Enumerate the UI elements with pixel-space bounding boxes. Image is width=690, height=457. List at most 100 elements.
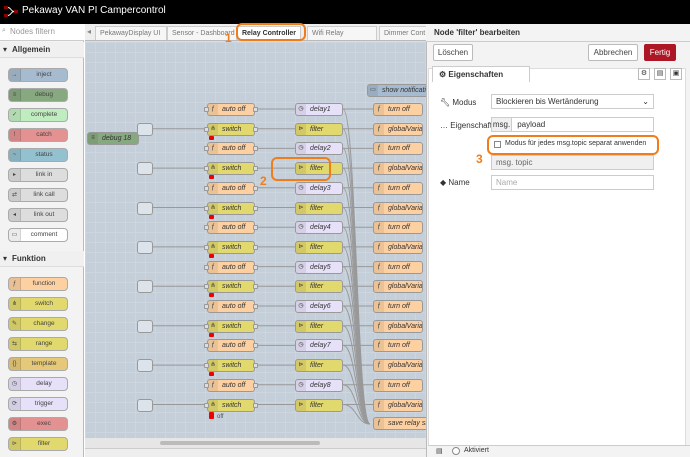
input-port[interactable] — [204, 225, 209, 231]
delay-node[interactable]: ◷ delay5 — [295, 260, 343, 274]
property-field[interactable]: msg. payload — [491, 117, 654, 132]
palette-node-function[interactable]: ƒ function — [8, 277, 68, 291]
delay-node[interactable]: ◷ delay4 — [295, 221, 343, 235]
palette-node-range[interactable]: ⇆ range — [8, 337, 68, 351]
global-variable-node[interactable]: ƒ globalVaria — [373, 162, 423, 176]
link-in-node[interactable] — [137, 398, 153, 412]
input-port[interactable] — [204, 244, 209, 250]
global-variable-node[interactable]: ƒ globalVaria — [373, 280, 423, 294]
auto-off-node[interactable]: ƒ auto off — [207, 300, 255, 313]
delay-node[interactable]: ◷ delay8 — [295, 378, 343, 392]
tab-properties[interactable]: ⚙ Eigenschaften — [432, 66, 530, 82]
input-port[interactable] — [204, 166, 209, 172]
canvas-scroll-thumb[interactable] — [160, 441, 320, 445]
input-port[interactable] — [204, 284, 209, 290]
delay-node[interactable]: ◷ delay1 — [295, 103, 343, 116]
input-port[interactable] — [204, 264, 209, 270]
delay-node[interactable]: ◷ delay6 — [295, 300, 343, 313]
link-in-node[interactable] — [137, 359, 153, 373]
delay-node[interactable]: ◷ delay2 — [295, 142, 343, 156]
palette-node-link-call[interactable]: ⇄ link call — [8, 188, 68, 202]
turn-off-node[interactable]: ƒ turn off — [373, 181, 423, 195]
global-variable-node[interactable]: ƒ globalVaria — [373, 319, 423, 333]
switch-node[interactable]: ⋔ switch — [207, 240, 255, 254]
done-button[interactable]: Fertig — [644, 44, 676, 61]
link-in-node[interactable] — [137, 319, 153, 333]
auto-off-node[interactable]: ƒ auto off — [207, 181, 255, 195]
switch-node[interactable]: ⋔ switch — [207, 122, 255, 136]
palette-node-change[interactable]: ✎ change — [8, 317, 68, 331]
palette-node-trigger[interactable]: ⟳ trigger — [8, 397, 68, 411]
output-port[interactable] — [253, 343, 258, 349]
palette-node-delay[interactable]: ◷ delay — [8, 377, 68, 391]
output-port[interactable] — [253, 146, 258, 152]
output-port[interactable] — [253, 363, 258, 369]
output-port[interactable] — [253, 126, 258, 132]
global-variable-node[interactable]: ƒ globalVaria — [373, 122, 423, 136]
tab-wifi-relay[interactable]: Wifi Relay — [307, 26, 377, 40]
output-port[interactable] — [253, 284, 258, 290]
output-port[interactable] — [253, 205, 258, 211]
input-port[interactable] — [204, 126, 209, 132]
switch-node[interactable]: ⋔ switch — [207, 319, 255, 333]
output-port[interactable] — [253, 323, 258, 329]
palette-node-switch[interactable]: ⋔ switch — [8, 297, 68, 311]
filter-node[interactable]: ⊳ filter — [295, 280, 343, 294]
filter-node[interactable]: ⊳ filter — [295, 240, 343, 254]
palette-node-status[interactable]: ~ status — [8, 148, 68, 162]
auto-off-node[interactable]: ƒ auto off — [207, 378, 255, 392]
palette-node-link-out[interactable]: ◂ link out — [8, 208, 68, 222]
mode-select[interactable]: Blockieren bis Wertänderung ⌄ — [491, 94, 654, 109]
palette-node-debug[interactable]: ≡ debug — [8, 88, 68, 102]
palette-node-template[interactable]: {} template — [8, 357, 68, 371]
turn-off-node[interactable]: ƒ turn off — [373, 103, 423, 116]
link-in-node[interactable] — [137, 162, 153, 176]
name-input[interactable]: Name — [491, 175, 654, 190]
link-in-node[interactable] — [137, 201, 153, 215]
auto-off-node[interactable]: ƒ auto off — [207, 142, 255, 156]
input-port[interactable] — [204, 185, 209, 191]
tab-pekawaydisplay-ui[interactable]: PekawayDisplay UI — [95, 26, 167, 40]
link-in-node[interactable] — [137, 280, 153, 294]
turn-off-node[interactable]: ƒ turn off — [373, 339, 423, 353]
input-port[interactable] — [204, 107, 209, 112]
turn-off-node[interactable]: ƒ turn off — [373, 221, 423, 235]
output-port[interactable] — [253, 225, 258, 231]
auto-off-node[interactable]: ƒ auto off — [207, 103, 255, 116]
settings-icon[interactable]: ⚙ — [638, 68, 650, 80]
cancel-button[interactable]: Abbrechen — [588, 44, 638, 61]
input-port[interactable] — [204, 363, 209, 369]
palette-node-complete[interactable]: ✓ complete — [8, 108, 68, 122]
auto-off-node[interactable]: ƒ auto off — [207, 260, 255, 274]
global-variable-node[interactable]: ƒ globalVaria — [373, 201, 423, 215]
description-toggle-icon[interactable]: ▤ — [436, 447, 443, 455]
output-port[interactable] — [253, 107, 258, 112]
filter-node[interactable]: ⊳ filter — [295, 398, 343, 412]
filter-node[interactable]: ⊳ filter — [295, 201, 343, 215]
switch-node[interactable]: ⋔ switch — [207, 280, 255, 294]
link-in-node[interactable] — [137, 122, 153, 136]
input-port[interactable] — [204, 343, 209, 349]
tabs-scroll-left-icon[interactable]: ◂ — [87, 25, 95, 39]
input-port[interactable] — [204, 205, 209, 211]
input-port[interactable] — [204, 382, 209, 388]
palette-node-catch[interactable]: ! catch — [8, 128, 68, 142]
input-port[interactable] — [204, 304, 209, 309]
palette-category-allgemein[interactable]: Allgemein — [0, 42, 84, 58]
debug-node[interactable]: ≡ debug 18 — [87, 132, 139, 145]
appearance-icon[interactable]: ▣ — [670, 68, 682, 80]
delay-node[interactable]: ◷ delay3 — [295, 181, 343, 195]
filter-node[interactable]: ⊳ filter — [295, 122, 343, 136]
turn-off-node[interactable]: ƒ turn off — [373, 260, 423, 274]
output-port[interactable] — [253, 166, 258, 172]
turn-off-node[interactable]: ƒ turn off — [373, 300, 423, 313]
turn-off-node[interactable]: ƒ turn off — [373, 142, 423, 156]
description-icon[interactable]: ▤ — [654, 68, 666, 80]
input-port[interactable] — [204, 323, 209, 329]
output-port[interactable] — [253, 402, 258, 408]
flow-canvas[interactable]: ≡ debug 18 ▭ show notificati ƒ auto off ◷ delay… — [85, 42, 426, 438]
auto-off-node[interactable]: ƒ auto off — [207, 221, 255, 235]
filter-node[interactable]: ⊳ filter — [295, 359, 343, 373]
palette-node-inject[interactable]: → inject — [8, 68, 68, 82]
global-variable-node[interactable]: ƒ globalVaria — [373, 398, 423, 412]
